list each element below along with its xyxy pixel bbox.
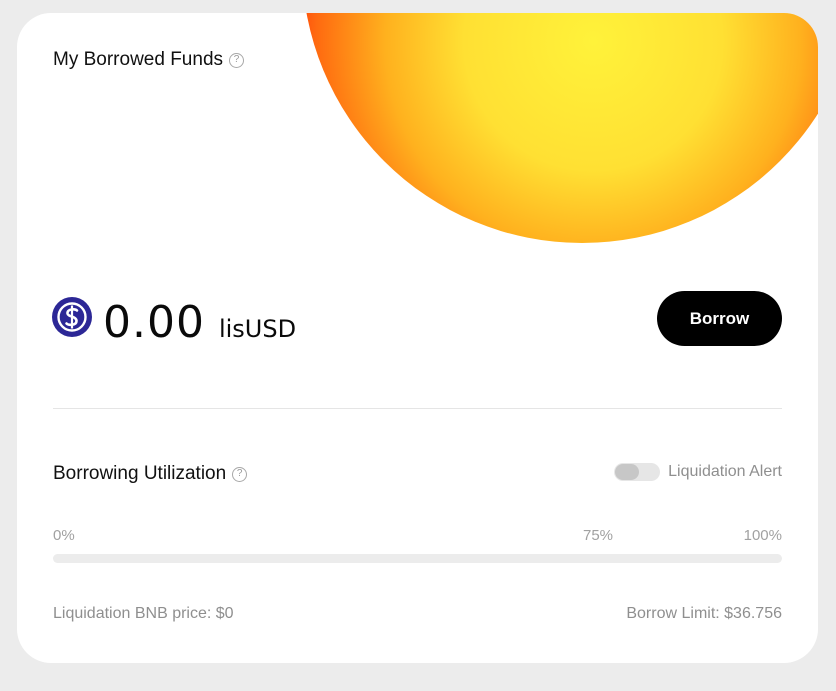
tick-label-0: 0%	[53, 527, 75, 544]
amount-unit: lisUSD	[218, 315, 297, 343]
utilization-bar	[53, 554, 782, 563]
utilization-title-text: Borrowing Utilization	[53, 463, 227, 484]
liquidation-price: Liquidation BNB price: $0	[53, 605, 234, 622]
amount-value: 0.00	[103, 297, 205, 348]
tick-label-100: 100%	[743, 527, 782, 544]
lisusd-token-icon	[52, 297, 92, 337]
tick-label-75: 75%	[583, 527, 614, 544]
toggle-knob	[615, 464, 640, 480]
borrow-button[interactable]: Borrow	[657, 291, 782, 346]
card-title-text: My Borrowed Funds	[53, 49, 224, 70]
card-title: My Borrowed Funds ?	[53, 49, 245, 71]
borrowed-amount: 0.00 lisUSD	[103, 297, 296, 348]
divider	[53, 408, 782, 409]
borrow-limit: Borrow Limit: $36.756	[626, 605, 782, 622]
liquidation-alert: Liquidation Alert	[614, 463, 782, 481]
help-icon[interactable]: ?	[232, 466, 248, 482]
utilization-title: Borrowing Utilization ?	[53, 463, 248, 485]
liquidation-alert-toggle[interactable]	[614, 463, 661, 481]
liquidation-alert-label: Liquidation Alert	[668, 463, 782, 480]
decorative-glow	[302, 13, 818, 243]
help-icon[interactable]: ?	[229, 52, 245, 68]
borrowed-funds-card: My Borrowed Funds ? 0.00 lisUSD Borrow B…	[17, 13, 818, 663]
